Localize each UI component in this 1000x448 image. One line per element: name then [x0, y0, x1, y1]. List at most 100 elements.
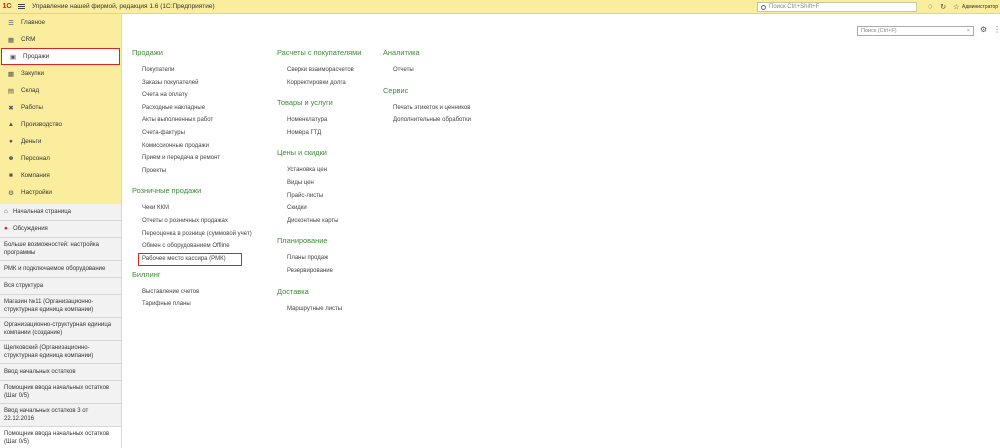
command-link[interactable]: Отчеты: [383, 64, 471, 77]
cart-icon: ▣: [9, 53, 17, 61]
command-link[interactable]: Скидки: [277, 202, 361, 215]
section-content: Поиск (Ctrl+F) × ⚙ ⋮ Продажи Покупатели …: [122, 14, 1000, 448]
home-icon: ⌂: [4, 208, 8, 215]
open-window-item[interactable]: Ввод начальных остатков 3 от 22.12.2016: [0, 404, 121, 427]
open-window-item[interactable]: Щелковский (Организационно-структурная е…: [0, 341, 121, 364]
command-link[interactable]: Счета-фактуры: [132, 127, 252, 140]
command-link[interactable]: Виды цен: [277, 177, 361, 190]
section-crm[interactable]: ▦ CRM: [0, 31, 121, 48]
section-label: Продажи: [23, 53, 50, 60]
command-link[interactable]: Прайс-листы: [277, 190, 361, 203]
open-window-label: Начальная страница: [12, 209, 71, 215]
command-link[interactable]: Отчеты о розничных продажах: [132, 215, 252, 228]
open-window-label: Организационно-структурная единица компа…: [4, 322, 112, 336]
section-label: Закупки: [21, 70, 44, 77]
command-link[interactable]: Дисконтные карты: [277, 215, 361, 228]
section-money[interactable]: ● Деньги: [0, 133, 121, 150]
section-purchases[interactable]: ▩ Закупки: [0, 65, 121, 82]
open-window-label: Больше возможностей: настройка программы: [4, 242, 100, 256]
search-icon: [761, 4, 766, 10]
star-icon[interactable]: ☆: [953, 4, 959, 11]
group-title-delivery: Доставка: [277, 286, 309, 296]
command-link[interactable]: Комиссионные продажи: [132, 140, 252, 153]
open-window-label: Вся структура: [4, 283, 44, 289]
command-link[interactable]: Номера ГТД: [277, 127, 361, 140]
section-main[interactable]: ☰ Главное: [0, 14, 121, 31]
section-label: Компания: [21, 172, 50, 179]
command-link[interactable]: Счета на оплату: [132, 89, 252, 102]
settings-gear-icon[interactable]: ⚙: [980, 25, 987, 34]
open-window-item[interactable]: Ввод начальных остатков: [0, 364, 121, 381]
command-link[interactable]: Расходные накладные: [132, 102, 252, 115]
open-window-label: Щелковский (Организационно-структурная е…: [4, 345, 94, 359]
window-title: Управление нашей фирмой, редакция 1.6 (1…: [32, 3, 215, 10]
basket-icon: ▩: [7, 70, 15, 78]
command-link[interactable]: Покупатели: [132, 64, 252, 77]
open-window-label: Ввод начальных остатков 3 от 22.12.2016: [4, 408, 89, 422]
sidebar: ☰ Главное ▦ CRM ▣ Продажи ▩ Закупки ▤ Склад ✖…: [0, 14, 122, 448]
command-link[interactable]: Дополнительные обработки: [383, 114, 471, 127]
command-link[interactable]: Тарифные планы: [132, 298, 252, 311]
bell-icon[interactable]: ♢: [927, 4, 933, 11]
section-production[interactable]: ▲ Производство: [0, 116, 121, 133]
group-title-billing: Биллинг: [132, 269, 161, 279]
command-link[interactable]: Переоценка в рознице (суммовой учет): [132, 228, 252, 241]
group-title-service: Сервис: [383, 85, 409, 95]
commands-column-1: Продажи Покупатели Заказы покупателей Сч…: [132, 48, 252, 311]
open-window-item[interactable]: Вся структура: [0, 278, 121, 295]
command-link[interactable]: Печать этикеток и ценников: [383, 102, 471, 115]
open-window-item[interactable]: РМК и подключаемое оборудование: [0, 261, 121, 278]
person-icon: ☻: [7, 155, 15, 162]
group-title-retail: Розничные продажи: [132, 186, 202, 196]
section-company[interactable]: ■ Компания: [0, 167, 121, 184]
command-link[interactable]: Проекты: [132, 165, 252, 178]
open-window-item[interactable]: Больше возможностей: настройка программы: [0, 238, 121, 261]
section-works[interactable]: ✖ Работы: [0, 99, 121, 116]
warehouse-icon: ▤: [7, 87, 15, 95]
section-search-input[interactable]: Поиск (Ctrl+F) ×: [857, 26, 974, 36]
discussion-icon: ●: [4, 225, 8, 232]
command-link[interactable]: Планы продаж: [277, 252, 361, 265]
title-bar: 1С Управление нашей фирмой, редакция 1.6…: [0, 0, 1000, 14]
command-link[interactable]: Заказы покупателей: [132, 77, 252, 90]
section-settings[interactable]: ⚙ Настройки: [0, 184, 121, 201]
section-personnel[interactable]: ☻ Персонал: [0, 150, 121, 167]
clear-icon[interactable]: ×: [967, 28, 970, 34]
command-link[interactable]: Маршрутные листы: [277, 303, 361, 316]
cashier-workplace-link[interactable]: Рабочее место кассира (РМК): [138, 252, 242, 266]
section-label: Склад: [21, 87, 40, 94]
hamburger-icon: ☰: [8, 19, 14, 27]
command-link[interactable]: Резервирование: [277, 265, 361, 278]
factory-icon: ▲: [7, 121, 15, 128]
app-logo: 1С: [2, 3, 12, 10]
section-label: CRM: [21, 36, 36, 43]
section-warehouse[interactable]: ▤ Склад: [0, 82, 121, 99]
command-link[interactable]: Номенклатура: [277, 114, 361, 127]
tools-icon: ✖: [8, 104, 14, 112]
global-search-placeholder: Поиск Ctrl+Shift+F: [769, 4, 820, 10]
history-icon[interactable]: ↻: [940, 4, 946, 11]
command-link[interactable]: Чеки ККМ: [132, 202, 252, 215]
command-link[interactable]: Обмен с оборудованием Offline: [132, 240, 252, 253]
global-search-input[interactable]: Поиск Ctrl+Shift+F: [757, 2, 917, 12]
command-link[interactable]: Выставление счетов: [132, 286, 252, 299]
more-menu-icon[interactable]: ⋮: [993, 25, 1000, 34]
open-window-discussions[interactable]: ● Обсуждения: [0, 221, 121, 238]
command-link[interactable]: Акты выполненных работ: [132, 114, 252, 127]
command-link[interactable]: Прием и передача в ремонт: [132, 152, 252, 165]
group-title-sales: Продажи: [132, 48, 163, 57]
command-link[interactable]: Установка цен: [277, 164, 361, 177]
group-title-analytics: Аналитика: [383, 48, 420, 57]
user-name[interactable]: Администратор: [962, 4, 998, 10]
open-window-item[interactable]: Помощник ввода начальных остатков (Шаг 0…: [0, 381, 121, 404]
open-window-item[interactable]: Магазин №11 (Организационно-структурная …: [0, 295, 121, 318]
open-window-home[interactable]: ⌂ Начальная страница: [0, 204, 121, 221]
section-sales[interactable]: ▣ Продажи: [1, 48, 120, 65]
main-menu-icon[interactable]: [14, 0, 28, 14]
command-link[interactable]: Корректировки долга: [277, 77, 361, 90]
command-link[interactable]: Сверки взаиморасчетов: [277, 64, 361, 77]
open-window-item-current[interactable]: Помощник ввода начальных остатков (Шаг 0…: [0, 427, 121, 448]
group-title-products: Товары и услуги: [277, 98, 333, 108]
gear-icon: ⚙: [8, 189, 14, 197]
open-window-item[interactable]: Организационно-структурная единица компа…: [0, 318, 121, 341]
